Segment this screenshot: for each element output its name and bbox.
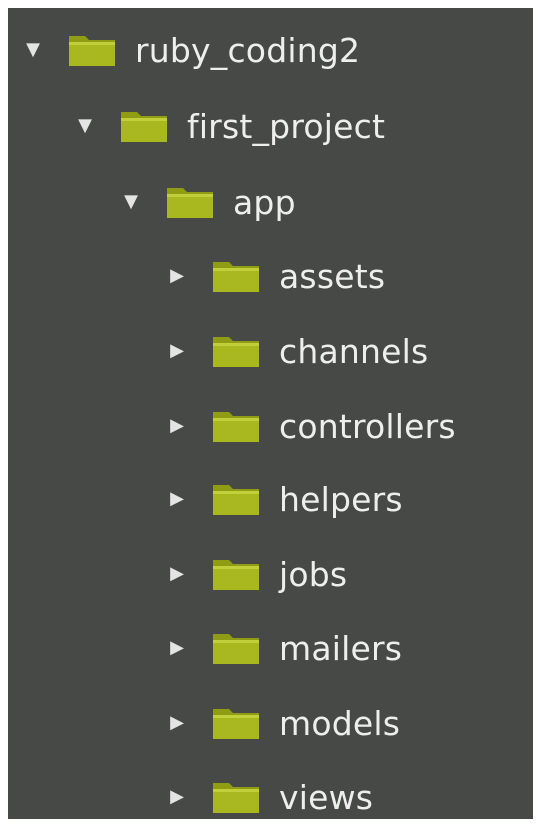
tree-item-first-project[interactable]: ▼ first_project bbox=[8, 96, 533, 156]
folder-icon bbox=[120, 109, 168, 143]
folder-icon bbox=[212, 706, 260, 740]
tree-item-label: helpers bbox=[279, 479, 403, 519]
collapse-arrow-icon[interactable]: ▶ bbox=[166, 563, 188, 585]
expand-arrow-icon[interactable]: ▼ bbox=[120, 191, 142, 213]
tree-item-label: controllers bbox=[279, 406, 456, 446]
tree-item-label: assets bbox=[279, 256, 386, 296]
collapse-arrow-icon[interactable]: ▶ bbox=[166, 637, 188, 659]
tree-item-app[interactable]: ▼ app bbox=[8, 172, 533, 232]
tree-item-label: models bbox=[279, 703, 401, 743]
file-tree-panel: ▼ ruby_coding2 ▼ first_project ▼ app ▶ a… bbox=[8, 8, 533, 819]
expand-arrow-icon[interactable]: ▼ bbox=[22, 39, 44, 61]
tree-item-ruby-coding2[interactable]: ▼ ruby_coding2 bbox=[8, 20, 533, 80]
folder-icon bbox=[68, 33, 116, 67]
collapse-arrow-icon[interactable]: ▶ bbox=[166, 340, 188, 362]
tree-item-models[interactable]: ▶ models bbox=[8, 693, 533, 753]
folder-icon bbox=[212, 631, 260, 665]
collapse-arrow-icon[interactable]: ▶ bbox=[166, 265, 188, 287]
tree-item-channels[interactable]: ▶ channels bbox=[8, 321, 533, 381]
tree-item-label: first_project bbox=[187, 106, 386, 146]
tree-item-assets[interactable]: ▶ assets bbox=[8, 246, 533, 306]
tree-item-helpers[interactable]: ▶ helpers bbox=[8, 469, 533, 529]
folder-icon bbox=[212, 334, 260, 368]
tree-item-views[interactable]: ▶ views bbox=[8, 767, 533, 819]
folder-icon bbox=[166, 185, 214, 219]
tree-item-label: views bbox=[279, 777, 374, 817]
folder-icon bbox=[212, 780, 260, 814]
tree-item-label: ruby_coding2 bbox=[135, 30, 361, 70]
tree-item-label: mailers bbox=[279, 628, 403, 668]
folder-icon bbox=[212, 259, 260, 293]
expand-arrow-icon[interactable]: ▼ bbox=[74, 115, 96, 137]
collapse-arrow-icon[interactable]: ▶ bbox=[166, 786, 188, 808]
tree-item-label: channels bbox=[279, 331, 429, 371]
tree-item-mailers[interactable]: ▶ mailers bbox=[8, 618, 533, 678]
folder-icon bbox=[212, 409, 260, 443]
tree-item-jobs[interactable]: ▶ jobs bbox=[8, 544, 533, 604]
collapse-arrow-icon[interactable]: ▶ bbox=[166, 488, 188, 510]
folder-icon bbox=[212, 557, 260, 591]
tree-item-label: app bbox=[233, 182, 296, 222]
tree-item-label: jobs bbox=[279, 554, 348, 594]
folder-icon bbox=[212, 482, 260, 516]
tree-item-controllers[interactable]: ▶ controllers bbox=[8, 396, 533, 456]
collapse-arrow-icon[interactable]: ▶ bbox=[166, 415, 188, 437]
collapse-arrow-icon[interactable]: ▶ bbox=[166, 712, 188, 734]
